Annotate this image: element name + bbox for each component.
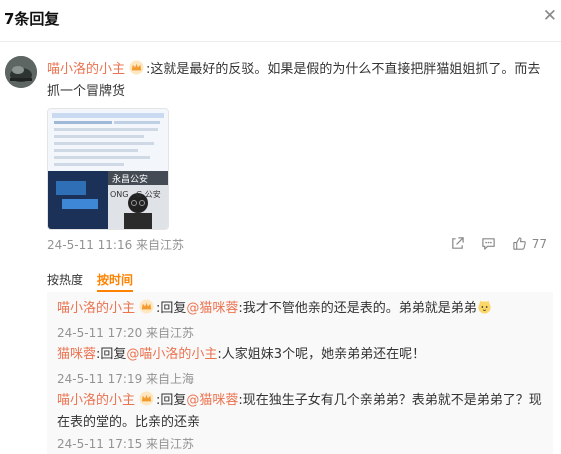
avatar[interactable]: [5, 56, 37, 88]
comment-username[interactable]: 喵小洛的小主: [47, 62, 125, 77]
reply-prefix: :回复: [156, 393, 187, 408]
crown-badge-icon: [129, 60, 144, 75]
reply-meta: 24-5-11 17:15 来自江苏: [57, 437, 195, 451]
reply-mention[interactable]: @喵小洛的小主: [126, 347, 217, 362]
comment-timestamp: 24-5-11 11:16 来自江苏: [47, 238, 185, 252]
reply-prefix: :回复: [96, 347, 127, 362]
image-sign-text: 永昌公安: [112, 173, 148, 185]
reply-text: :我才不管他亲的还是表的。弟弟就是弟弟: [238, 301, 477, 316]
reply-mention[interactable]: @猫咪蓉: [186, 393, 238, 408]
close-icon[interactable]: ✕: [543, 8, 557, 25]
header-divider: [0, 41, 561, 42]
like-count: 77: [531, 236, 547, 251]
share-icon[interactable]: [450, 236, 465, 251]
like-button[interactable]: 77: [512, 236, 547, 251]
comment-image[interactable]: 永昌公安 ONG G 公安: [47, 108, 169, 230]
image-subtitle-text: ONG: [110, 190, 128, 199]
reply-text: :人家姐妹3个呢，她亲弟弟还在呢！: [217, 347, 426, 362]
crown-badge-icon: [139, 391, 154, 406]
replies-panel: 喵小洛的小主:回复@猫咪蓉:我才不管他亲的还是表的。弟弟就是弟弟 24-5-11…: [47, 292, 553, 454]
reply-username[interactable]: 喵小洛的小主: [57, 393, 135, 408]
thumbs-up-icon: [513, 237, 526, 250]
cat-emoji-icon: [478, 300, 491, 314]
reply-item: 喵小洛的小主:回复@猫咪蓉:现在独生子女有几个亲弟弟？表弟就不是弟弟了？现在表的…: [57, 390, 547, 434]
reply-item: 喵小洛的小主 :回复@猫咪蓉:我才不管他亲的还是表的。弟弟就是弟弟: [57, 298, 547, 320]
reply-meta: 24-5-11 17:19 来自上海: [57, 372, 195, 386]
sort-by-time-tab[interactable]: 按时间: [97, 273, 133, 287]
reply-prefix: :回复: [156, 301, 187, 316]
header-title: 7条回复: [4, 10, 60, 28]
reply-item: 猫咪蓉:回复@喵小洛的小主:人家姐妹3个呢，她亲弟弟还在呢！: [57, 344, 547, 366]
reply-meta: 24-5-11 17:20 来自江苏: [57, 326, 195, 340]
reply-username[interactable]: 猫咪蓉: [57, 347, 96, 362]
sort-bar: 按热度 按时间: [47, 271, 133, 288]
comment-actions: 77: [450, 236, 547, 251]
image-sign2-text: G 公安: [136, 189, 161, 199]
crown-badge-icon: [139, 299, 154, 314]
comment-icon[interactable]: [481, 236, 496, 251]
main-comment: 喵小洛的小主:这就是最好的反驳。如果是假的为什么不直接把胖猫姐姐抓了。而去抓一个…: [47, 59, 553, 103]
reply-username[interactable]: 喵小洛的小主: [57, 301, 135, 316]
sort-by-hot-tab[interactable]: 按热度: [47, 273, 83, 287]
reply-mention[interactable]: @猫咪蓉: [186, 301, 238, 316]
